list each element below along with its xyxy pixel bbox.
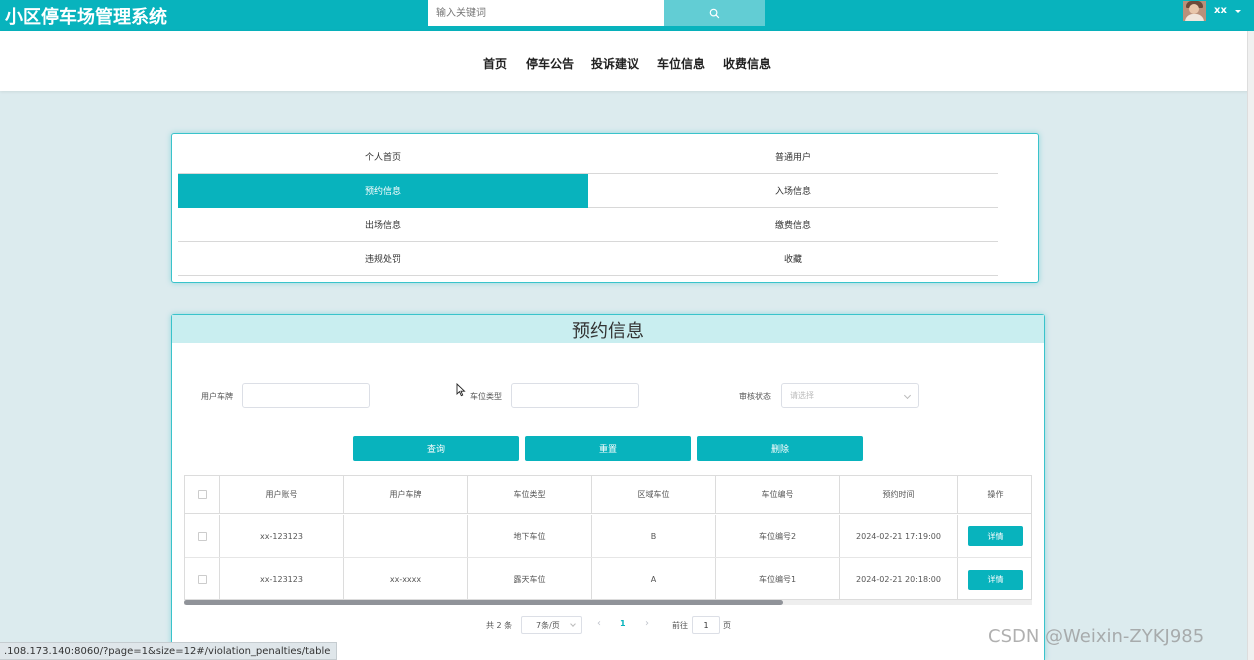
menu-item-entry[interactable]: 入场信息 <box>588 174 998 208</box>
panel-header: 预约信息 <box>172 315 1044 343</box>
select-all-checkbox[interactable] <box>197 490 207 499</box>
mouse-cursor-icon <box>456 383 466 397</box>
cell-time: 2024-02-21 17:19:00 <box>840 515 958 557</box>
watermark: CSDN @Weixin-ZYKJ985 <box>988 626 1205 647</box>
menu-item-violations[interactable]: 违规处罚 <box>178 242 588 276</box>
cell-plate: xx-xxxx <box>344 558 468 599</box>
brand-title: 小区停车场管理系统 <box>5 7 167 28</box>
table-row: xx-123123 xx-xxxx 露天车位 A 车位编号1 2024-02-2… <box>185 558 1031 599</box>
cell-action: 详情 <box>958 558 1031 599</box>
cell-number: 车位编号1 <box>716 558 840 599</box>
status-bar-url: .108.173.140:8060/?page=1&size=12#/viola… <box>0 642 338 660</box>
panel-title: 预约信息 <box>572 321 644 342</box>
user-name[interactable]: xx <box>1214 5 1227 16</box>
nav-item-complaints[interactable]: 投诉建议 <box>591 55 639 72</box>
search-input[interactable] <box>428 0 664 26</box>
row-select-cell <box>185 558 220 599</box>
menu-item-favorites[interactable]: 收藏 <box>588 242 998 276</box>
menu-item-reservations[interactable]: 预约信息 <box>178 174 588 208</box>
menu-item-label: 个人首页 <box>364 153 401 163</box>
column-header: 车位编号 <box>716 476 840 513</box>
scrollbar-thumb[interactable] <box>184 600 783 605</box>
menu-item-payments[interactable]: 缴费信息 <box>588 208 998 242</box>
nav-item-home[interactable]: 首页 <box>483 55 507 72</box>
menu-item-users[interactable]: 普通用户 <box>588 140 998 174</box>
cell-plate <box>344 515 468 557</box>
nav-item-notice[interactable]: 停车公告 <box>526 55 574 72</box>
menu-item-label: 收藏 <box>783 255 802 265</box>
page-unit-label: 页 <box>723 621 731 630</box>
main-nav: 首页 停车公告 投诉建议 车位信息 收费信息 <box>0 31 1250 91</box>
plate-input[interactable] <box>242 383 370 408</box>
row-checkbox[interactable] <box>197 531 207 541</box>
user-center-menu: 个人首页 普通用户 预约信息 入场信息 出场信息 缴费信息 违规处罚 收藏 <box>171 133 1039 283</box>
nav-item-fees[interactable]: 收费信息 <box>723 55 771 72</box>
menu-item-label: 违规处罚 <box>364 255 401 265</box>
row-checkbox[interactable] <box>197 575 207 584</box>
column-header: 用户车牌 <box>344 476 468 513</box>
goto-page-input[interactable]: 1 <box>692 616 720 634</box>
menu-item-label: 普通用户 <box>774 153 811 163</box>
column-header: 用户账号 <box>220 476 344 513</box>
table-row: xx-123123 地下车位 B 车位编号2 2024-02-21 17:19:… <box>185 515 1031 558</box>
cell-account: xx-123123 <box>220 515 344 557</box>
page-size-select[interactable]: 7条/页 <box>521 616 582 634</box>
avatar[interactable] <box>1183 1 1206 21</box>
status-placeholder: 请选择 <box>790 391 814 400</box>
cell-type: 露天车位 <box>468 558 592 599</box>
table-header-row: 用户账号 用户车牌 车位类型 区域车位 车位编号 预约时间 操作 <box>185 476 1031 514</box>
menu-item-label: 出场信息 <box>364 221 401 231</box>
search-icon <box>709 8 720 18</box>
cell-area: A <box>592 558 716 599</box>
menu-item-label: 入场信息 <box>774 187 811 197</box>
detail-button[interactable]: 详情 <box>968 526 1023 546</box>
type-label: 车位类型 <box>470 392 502 401</box>
select-all-cell <box>185 476 220 513</box>
menu-item-label: 预约信息 <box>364 187 401 197</box>
cell-account: xx-123123 <box>220 558 344 599</box>
caret-down-icon[interactable] <box>1235 10 1241 13</box>
reset-button[interactable]: 重置 <box>525 436 691 461</box>
column-header: 区域车位 <box>592 476 716 513</box>
column-header: 预约时间 <box>840 476 958 513</box>
column-header: 操作 <box>987 490 1004 499</box>
cell-time: 2024-02-21 20:18:00 <box>840 558 958 599</box>
detail-button[interactable]: 详情 <box>968 569 1023 590</box>
menu-item-exit[interactable]: 出场信息 <box>178 208 588 242</box>
status-label: 审核状态 <box>739 392 771 401</box>
delete-button[interactable]: 删除 <box>697 436 863 461</box>
pagination-total: 共 2 条 <box>486 621 513 630</box>
status-select[interactable]: 请选择 <box>781 383 919 408</box>
prev-page-icon[interactable]: ‹ <box>597 618 601 629</box>
menu-item-personal-home[interactable]: 个人首页 <box>178 140 588 174</box>
cell-type: 地下车位 <box>468 515 592 557</box>
cell-number: 车位编号2 <box>716 515 840 557</box>
current-page[interactable]: 1 <box>620 619 626 628</box>
type-input[interactable] <box>511 383 639 408</box>
reservation-table: 用户账号 用户车牌 车位类型 区域车位 车位编号 预约时间 操作 xx-1231… <box>184 475 1032 600</box>
vertical-scrollbar[interactable] <box>1247 31 1254 660</box>
query-button[interactable]: 查询 <box>353 436 519 461</box>
column-header: 车位类型 <box>468 476 592 513</box>
chevron-down-icon <box>903 391 912 400</box>
search-button[interactable] <box>664 0 765 26</box>
goto-label: 前往 <box>672 621 688 630</box>
row-select-cell <box>185 515 220 557</box>
menu-item-label: 缴费信息 <box>774 221 811 231</box>
nav-item-parking-spaces[interactable]: 车位信息 <box>657 55 705 72</box>
page-size-value: 7条/页 <box>536 620 560 630</box>
cell-area: B <box>592 515 716 557</box>
plate-label: 用户车牌 <box>201 392 233 401</box>
cell-action: 详情 <box>958 515 1031 557</box>
next-page-icon[interactable]: › <box>645 618 649 629</box>
table-horizontal-scrollbar[interactable] <box>184 600 1032 605</box>
chevron-down-icon <box>570 621 576 627</box>
top-bar: 小区停车场管理系统 xx <box>0 0 1254 31</box>
